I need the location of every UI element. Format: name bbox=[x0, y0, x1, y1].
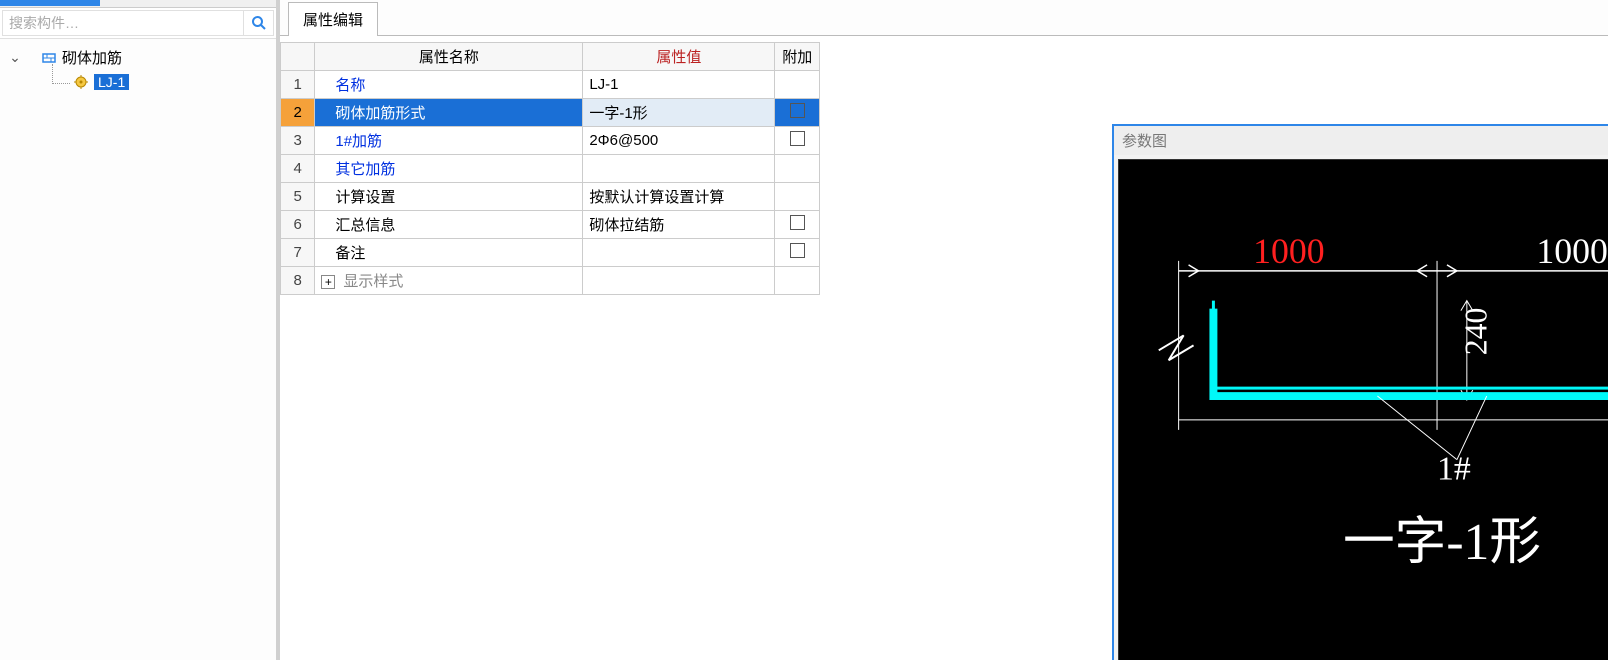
search-button[interactable] bbox=[244, 10, 274, 36]
property-name-cell[interactable]: 计算设置 bbox=[315, 183, 583, 211]
property-name-label: 计算设置 bbox=[321, 189, 395, 206]
col-header-index bbox=[281, 43, 315, 71]
toolbar-stub bbox=[0, 0, 276, 8]
property-value-cell[interactable]: 一字-1形 bbox=[583, 99, 775, 127]
property-name-label: 备注 bbox=[321, 245, 365, 262]
dim-left-text: 1000 bbox=[1253, 231, 1325, 271]
property-name-label: 砌体加筋形式 bbox=[321, 105, 425, 122]
property-name-cell[interactable]: 备注 bbox=[315, 239, 583, 267]
property-extra-cell[interactable] bbox=[775, 267, 820, 295]
row-index: 2 bbox=[281, 99, 315, 127]
component-tree[interactable]: ⌄ 砌体加筋 LJ-1 bbox=[0, 39, 276, 660]
property-name-label: 名称 bbox=[321, 77, 365, 94]
property-name-cell[interactable]: + 显示样式 bbox=[315, 267, 583, 295]
tab-bar: 属性编辑 bbox=[280, 0, 1608, 36]
property-value-cell[interactable]: 砌体拉结筋 bbox=[583, 211, 775, 239]
property-extra-cell[interactable] bbox=[775, 211, 820, 239]
row-index: 4 bbox=[281, 155, 315, 183]
property-value-cell[interactable]: 按默认计算设置计算 bbox=[583, 183, 775, 211]
gear-icon bbox=[72, 74, 90, 90]
preview-title: 参数图 bbox=[1114, 126, 1608, 155]
property-name-cell[interactable]: 汇总信息 bbox=[315, 211, 583, 239]
property-value-cell[interactable] bbox=[583, 267, 775, 295]
table-row[interactable]: 8 + 显示样式 bbox=[281, 267, 820, 295]
col-header-value: 属性值 bbox=[583, 43, 775, 71]
preview-canvas: 1000 1000 240 bbox=[1118, 159, 1608, 660]
property-extra-cell[interactable] bbox=[775, 99, 820, 127]
right-panel: 属性编辑 属性名称 属性值 附加 1名称LJ-12砌体加筋形式一字-1形31#加… bbox=[280, 0, 1608, 660]
tree-node-child[interactable]: LJ-1 bbox=[48, 70, 272, 94]
col-header-name: 属性名称 bbox=[315, 43, 583, 71]
row-index: 5 bbox=[281, 183, 315, 211]
rebar-shape bbox=[1213, 309, 1608, 396]
table-row[interactable]: 5 计算设置 按默认计算设置计算 bbox=[281, 183, 820, 211]
table-row[interactable]: 6 汇总信息 砌体拉结筋 bbox=[281, 211, 820, 239]
property-name-label: 1#加筋 bbox=[321, 133, 382, 150]
property-extra-cell[interactable] bbox=[775, 239, 820, 267]
tree-node-root[interactable]: ⌄ 砌体加筋 bbox=[4, 45, 272, 70]
tree-toggle-icon[interactable]: ⌄ bbox=[8, 49, 22, 66]
property-name-label: 显示样式 bbox=[339, 273, 403, 290]
search-icon bbox=[251, 15, 267, 31]
search-input[interactable] bbox=[2, 10, 244, 36]
parameter-preview-pane[interactable]: 参数图 1000 1000 bbox=[1112, 124, 1608, 660]
property-value-cell[interactable]: LJ-1 bbox=[583, 71, 775, 99]
checkbox[interactable] bbox=[790, 131, 805, 146]
checkbox[interactable] bbox=[790, 243, 805, 258]
property-extra-cell[interactable] bbox=[775, 71, 820, 99]
shape-name-text: 一字-1形 bbox=[1343, 514, 1541, 571]
property-name-cell[interactable]: 名称 bbox=[315, 71, 583, 99]
property-table: 属性名称 属性值 附加 1 名称 LJ-1 2 砌体加筋形式 一字-1形 3 1#加筋 2Φ6@… bbox=[280, 42, 820, 295]
rebar-label-text: 1# bbox=[1437, 451, 1471, 488]
row-index: 7 bbox=[281, 239, 315, 267]
table-row[interactable]: 3 1#加筋 2Φ6@500 bbox=[281, 127, 820, 155]
property-value-cell[interactable] bbox=[583, 239, 775, 267]
table-row[interactable]: 1 名称 LJ-1 bbox=[281, 71, 820, 99]
expand-icon[interactable]: + bbox=[321, 275, 335, 289]
col-header-extra: 附加 bbox=[775, 43, 820, 71]
property-extra-cell[interactable] bbox=[775, 155, 820, 183]
component-tree-panel: ⌄ 砌体加筋 LJ-1 bbox=[0, 0, 280, 660]
row-index: 3 bbox=[281, 127, 315, 155]
property-extra-cell[interactable] bbox=[775, 183, 820, 211]
row-index: 1 bbox=[281, 71, 315, 99]
property-name-label: 汇总信息 bbox=[321, 217, 395, 234]
search-row bbox=[0, 8, 276, 39]
checkbox[interactable] bbox=[790, 103, 805, 118]
property-value-cell[interactable] bbox=[583, 155, 775, 183]
tree-root-label: 砌体加筋 bbox=[62, 47, 122, 68]
dim-height-text: 240 bbox=[1459, 308, 1494, 356]
property-name-label: 其它加筋 bbox=[321, 161, 395, 178]
property-extra-cell[interactable] bbox=[775, 127, 820, 155]
tree-child-label: LJ-1 bbox=[94, 74, 129, 90]
table-row[interactable]: 4 其它加筋 bbox=[281, 155, 820, 183]
property-value-cell[interactable]: 2Φ6@500 bbox=[583, 127, 775, 155]
checkbox[interactable] bbox=[790, 215, 805, 230]
property-name-cell[interactable]: 其它加筋 bbox=[315, 155, 583, 183]
tab-property-editor[interactable]: 属性编辑 bbox=[288, 2, 378, 36]
table-row[interactable]: 2 砌体加筋形式 一字-1形 bbox=[281, 99, 820, 127]
row-index: 6 bbox=[281, 211, 315, 239]
property-grid-area: 属性名称 属性值 附加 1名称LJ-12砌体加筋形式一字-1形31#加筋2Φ6@… bbox=[280, 36, 1608, 660]
dim-right-text: 1000 bbox=[1536, 231, 1608, 271]
property-name-cell[interactable]: 1#加筋 bbox=[315, 127, 583, 155]
row-index: 8 bbox=[281, 267, 315, 295]
property-name-cell[interactable]: 砌体加筋形式 bbox=[315, 99, 583, 127]
table-row[interactable]: 7 备注 bbox=[281, 239, 820, 267]
